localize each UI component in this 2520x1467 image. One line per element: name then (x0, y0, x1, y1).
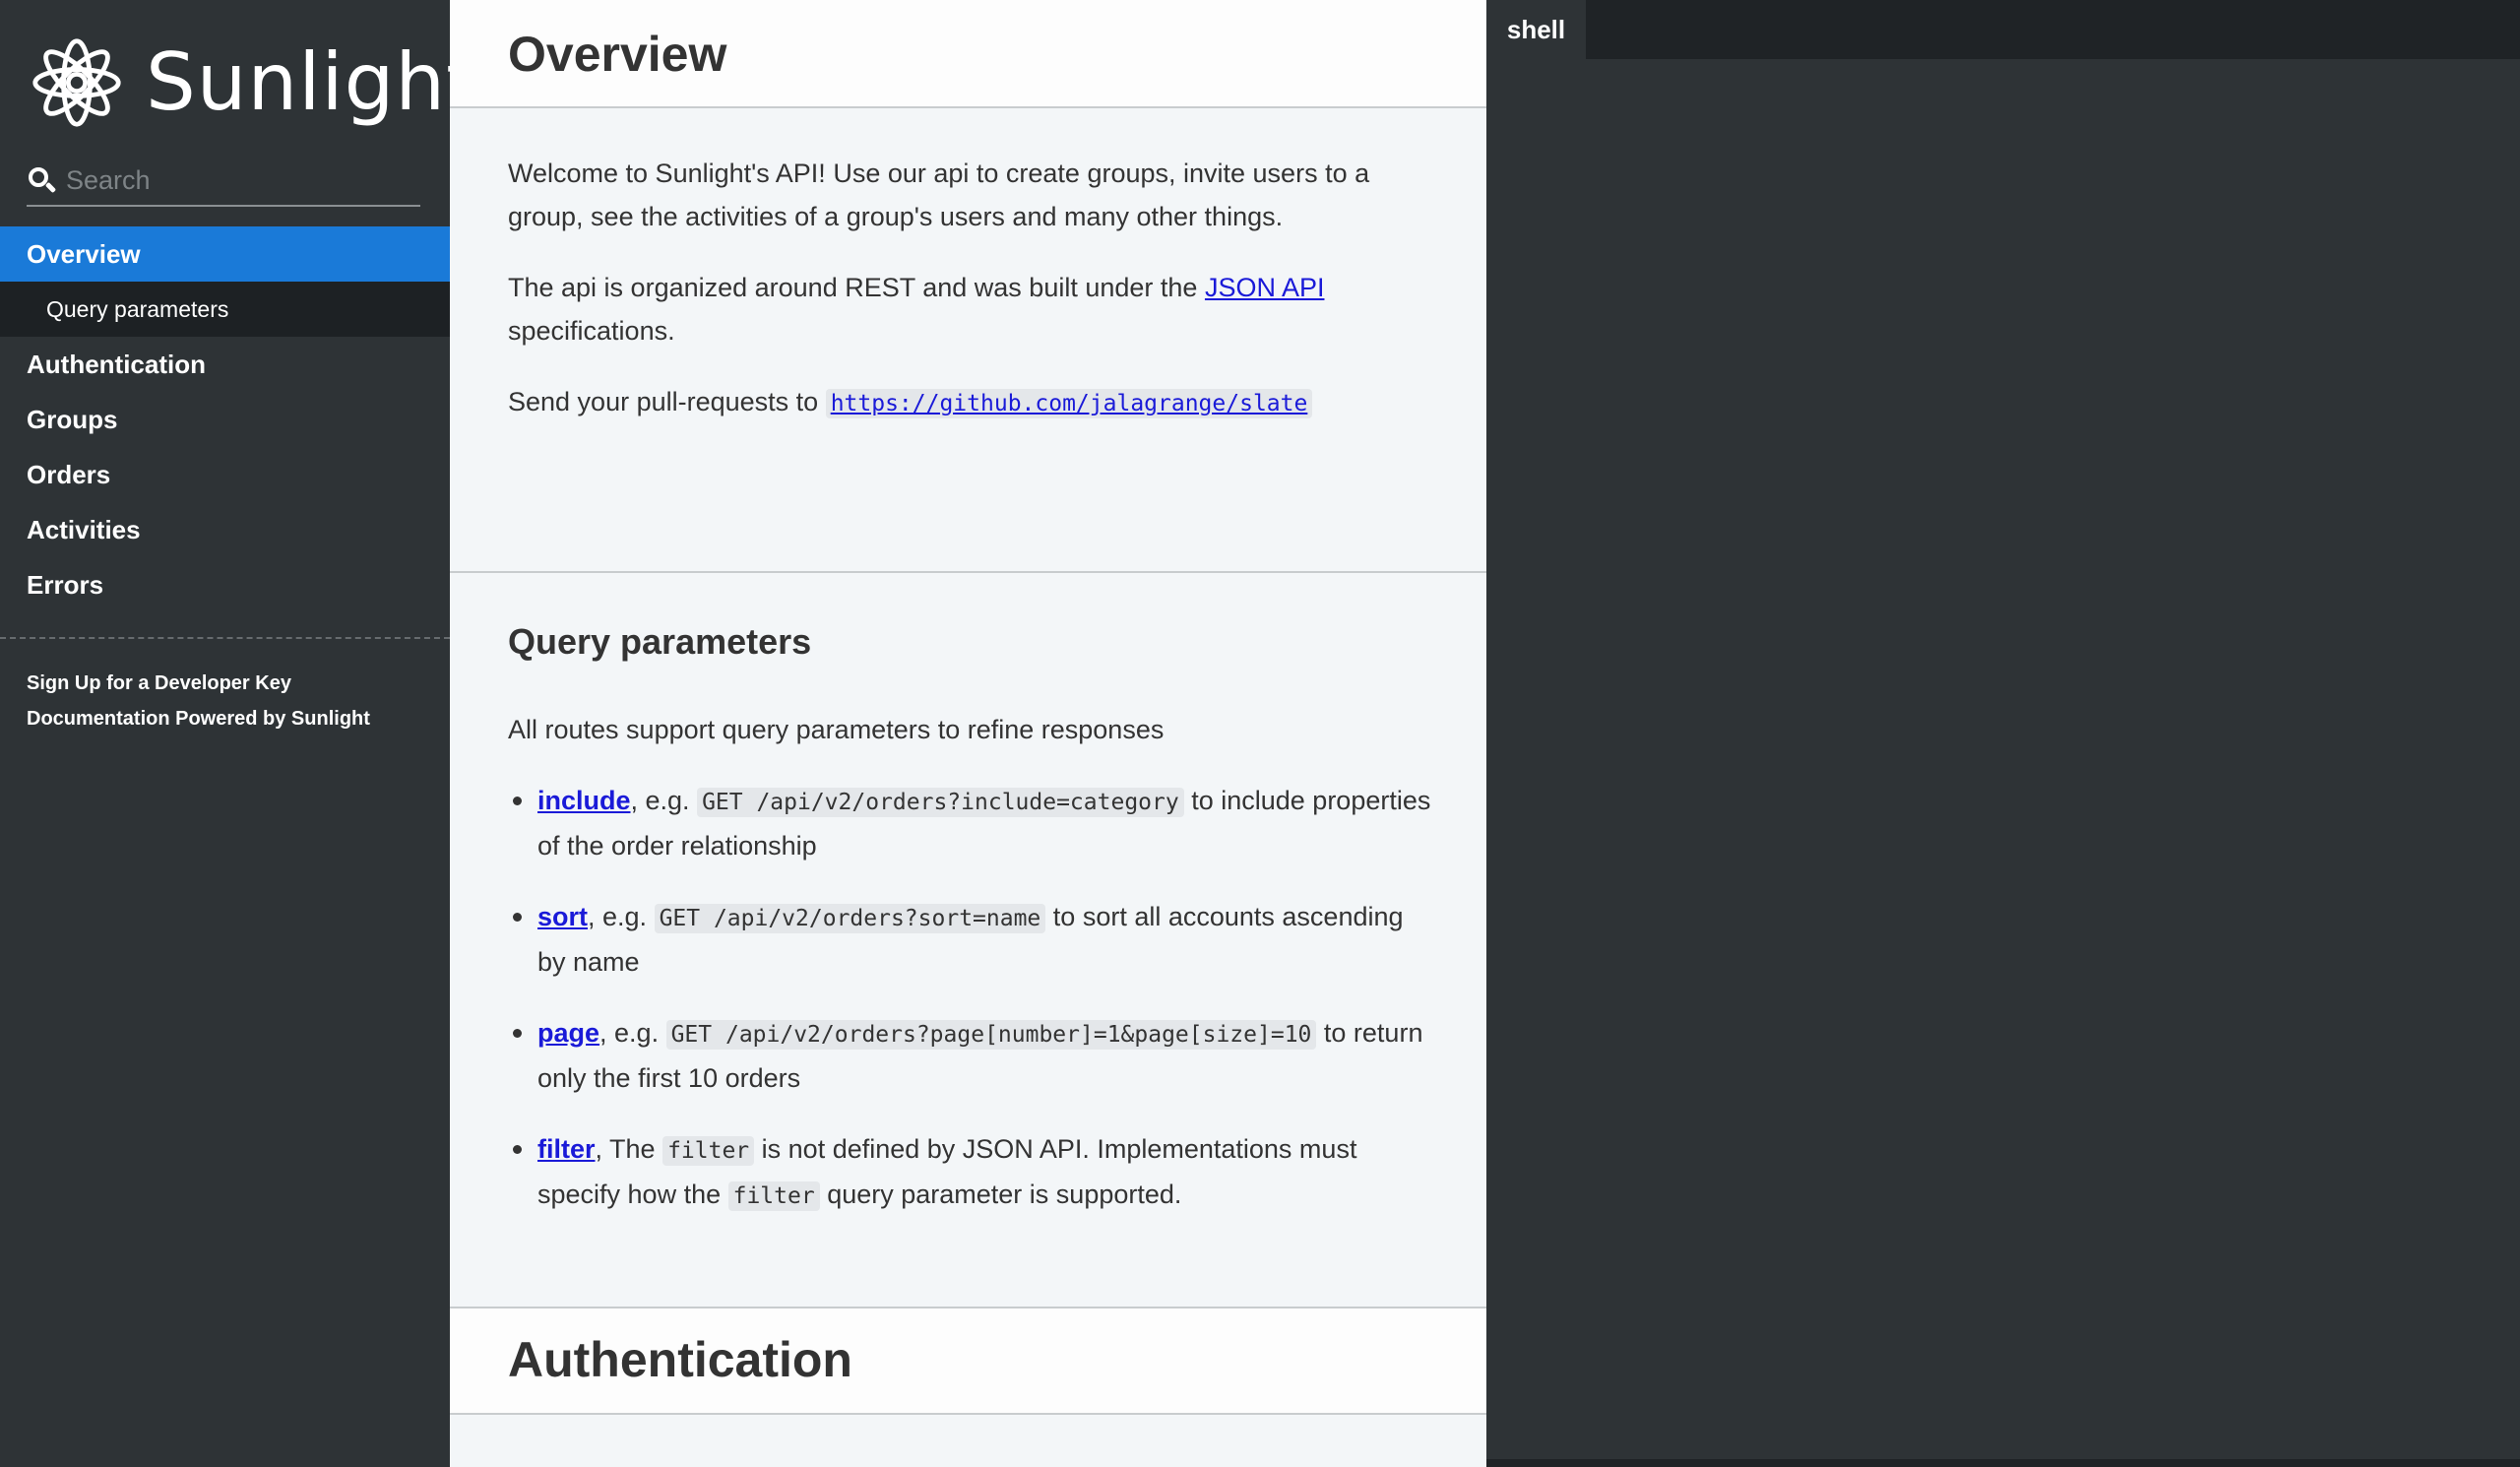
include-link[interactable]: include (537, 786, 631, 815)
json-api-link[interactable]: JSON API (1205, 273, 1325, 302)
sidebar-item-groups[interactable]: Groups (0, 392, 450, 447)
code-panel: shell (1486, 0, 2520, 1467)
overview-section: Welcome to Sunlight's API! Use our api t… (508, 152, 1433, 453)
sidebar-footer: Sign Up for a Developer Key Documentatio… (27, 666, 370, 736)
sunlight-logo-icon (32, 38, 121, 127)
query-parameters-title: Query parameters (508, 621, 812, 662)
logo-text: Sunlight (146, 36, 478, 128)
sort-link[interactable]: sort (537, 902, 588, 931)
sidebar-divider (0, 637, 450, 639)
tab-shell[interactable]: shell (1486, 0, 1586, 59)
search-input[interactable] (66, 164, 410, 196)
sort-code: GET /api/v2/orders?sort=name (654, 904, 1046, 933)
main-content: Overview Welcome to Sunlight's API! Use … (450, 0, 1486, 1467)
overview-paragraph-2: The api is organized around REST and was… (508, 273, 1325, 346)
query-intro: All routes support query parameters to r… (508, 715, 1165, 744)
overview-header: Overview (450, 0, 1486, 108)
overview-paragraph-1: Welcome to Sunlight's API! Use our api t… (508, 159, 1370, 231)
list-item: sort, e.g. GET /api/v2/orders?sort=name … (508, 895, 1433, 984)
sidebar-item-query-parameters[interactable]: Query parameters (0, 282, 450, 337)
logo[interactable]: Sunlight (30, 33, 478, 132)
github-link[interactable]: https://github.com/jalagrange/slate (825, 389, 1313, 418)
query-list: include, e.g. GET /api/v2/orders?include… (508, 779, 1433, 1218)
query-parameters-section: All routes support query parameters to r… (508, 708, 1433, 1245)
sidebar-item-orders[interactable]: Orders (0, 447, 450, 502)
list-item: page, e.g. GET /api/v2/orders?page[numbe… (508, 1011, 1433, 1100)
search-box (27, 156, 420, 207)
page-link[interactable]: page (537, 1018, 599, 1048)
developer-key-link[interactable]: Sign Up for a Developer Key (27, 666, 370, 701)
sidebar-item-authentication[interactable]: Authentication (0, 337, 450, 392)
sidebar-item-overview[interactable]: Overview (0, 226, 450, 282)
language-tab-bar: shell (1486, 0, 2520, 59)
powered-by-link[interactable]: Documentation Powered by Sunlight (27, 701, 370, 736)
filter-code: filter (662, 1136, 755, 1166)
include-code: GET /api/v2/orders?include=category (697, 788, 1184, 817)
filter-code: filter (727, 1181, 820, 1211)
overview-paragraph-3: Send your pull-requests to https://githu… (508, 380, 1433, 425)
sidebar-nav: Overview Query parameters Authentication… (0, 226, 450, 612)
code-panel-scrollbar[interactable] (1486, 1459, 2520, 1467)
authentication-title: Authentication (508, 1332, 852, 1387)
sidebar-item-activities[interactable]: Activities (0, 502, 450, 557)
sidebar: Sunlight Overview Query parameters Authe… (0, 0, 477, 1467)
sidebar-item-errors[interactable]: Errors (0, 557, 450, 612)
filter-link[interactable]: filter (537, 1134, 596, 1164)
list-item: filter, The filter is not defined by JSO… (508, 1127, 1433, 1218)
section-separator (450, 571, 1486, 573)
list-item: include, e.g. GET /api/v2/orders?include… (508, 779, 1433, 867)
page-code: GET /api/v2/orders?page[number]=1&page[s… (665, 1020, 1317, 1050)
authentication-header: Authentication (450, 1307, 1486, 1415)
search-icon (27, 165, 57, 195)
overview-title: Overview (508, 27, 727, 82)
